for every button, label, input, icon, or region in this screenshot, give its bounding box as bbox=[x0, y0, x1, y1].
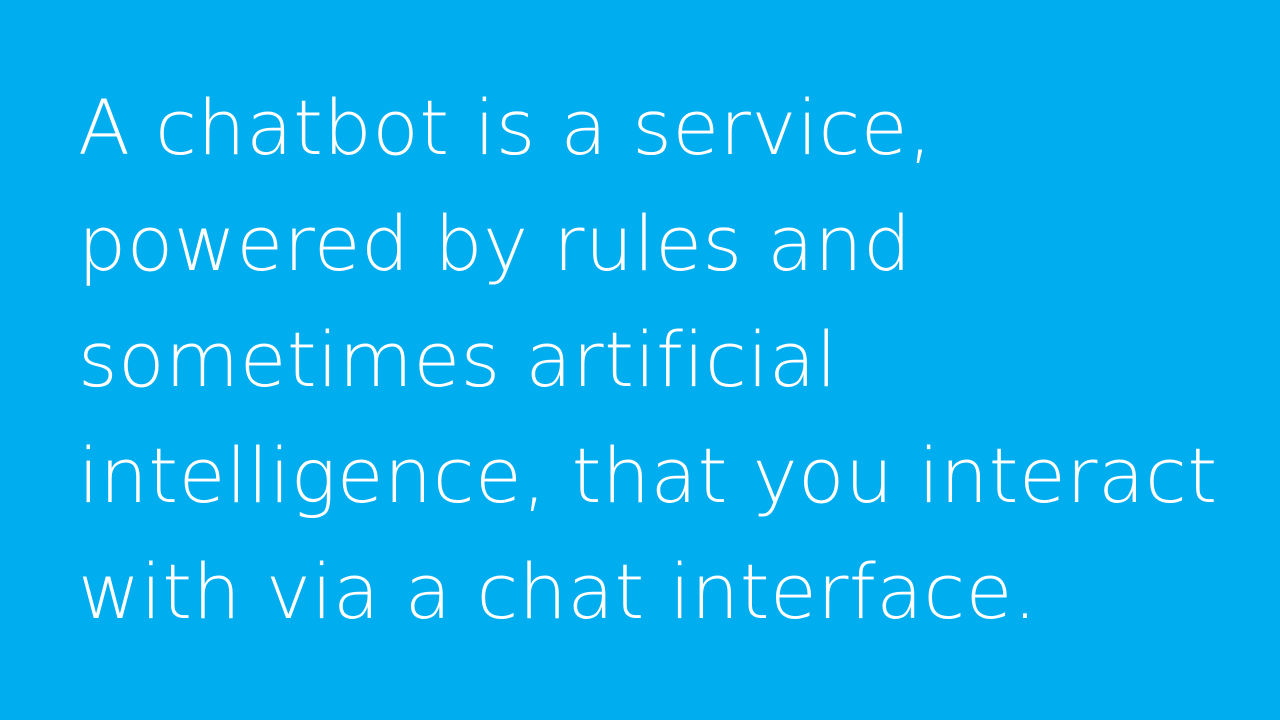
text-line-5: with via a chat interface. bbox=[78, 547, 1038, 636]
text-line-4: intelligence, that you interact bbox=[78, 431, 1218, 520]
definition-text: A chatbot is a service, powered by rules… bbox=[78, 70, 1218, 650]
text-line-2: powered by rules and bbox=[78, 199, 912, 288]
text-line-3: sometimes artificial bbox=[78, 315, 838, 404]
slide: A chatbot is a service, powered by rules… bbox=[0, 0, 1280, 720]
text-line-1: A chatbot is a service, bbox=[78, 83, 933, 172]
